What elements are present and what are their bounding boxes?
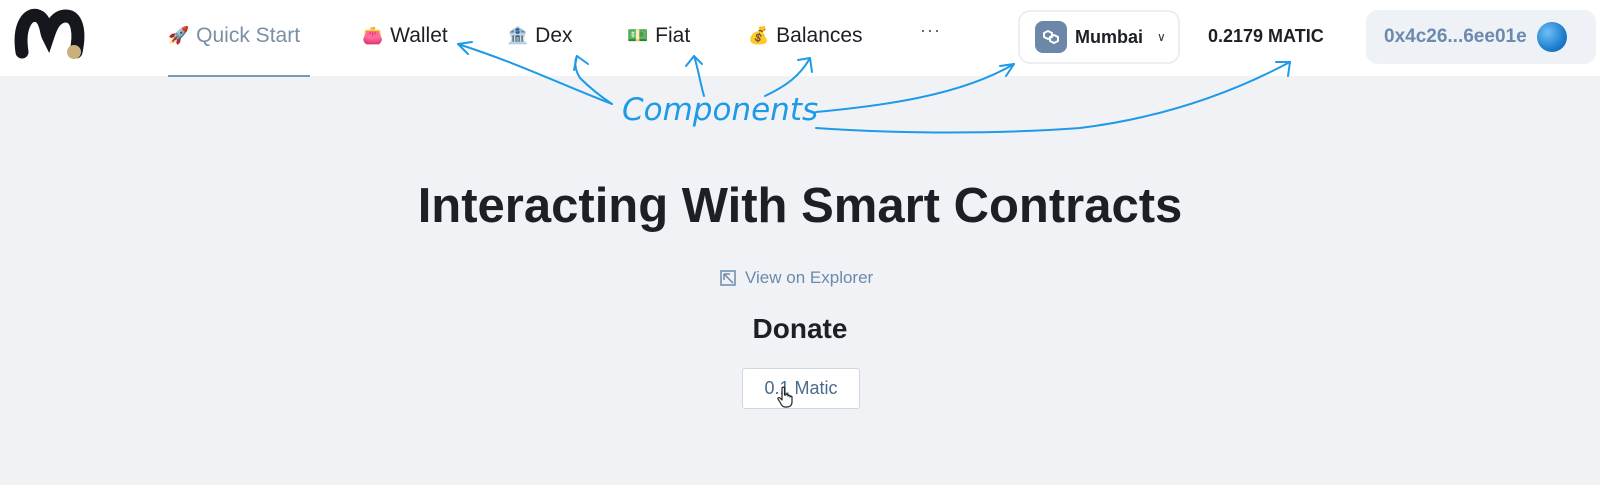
nav-fiat[interactable]: 💵 Fiat — [627, 20, 690, 52]
native-balance: 0.2179 MATIC — [1208, 26, 1324, 46]
nav-dex-label: Dex — [535, 24, 573, 47]
dollar-bill-icon: 💵 — [627, 26, 649, 45]
chain-selector[interactable]: Mumbai ∨ — [1018, 10, 1180, 64]
nav-fiat-label: Fiat — [655, 24, 691, 47]
nav-wallet-label: Wallet — [390, 24, 448, 47]
account-button[interactable]: 0x4c26...6ee01e — [1366, 10, 1596, 64]
avatar — [1536, 22, 1567, 52]
nav-balances-label: Balances — [776, 24, 863, 47]
header: 🚀 Quick Start 👛 Wallet 🏦 Dex 💵 Fiat 💰 Ba… — [0, 0, 1600, 77]
money-bag-icon: 💰 — [748, 26, 770, 45]
donate-button[interactable]: 0.1 Matic — [742, 368, 860, 409]
annotation-label: Components — [622, 92, 819, 128]
nav-quick-start[interactable]: 🚀 Quick Start — [168, 20, 300, 52]
section-title: Donate — [752, 313, 848, 344]
polygon-icon — [1035, 21, 1067, 53]
page-title: Interacting With Smart Contracts — [417, 179, 1183, 233]
nav-balances[interactable]: 💰 Balances — [748, 20, 863, 52]
moralis-logo[interactable] — [12, 6, 86, 66]
external-link-icon — [720, 270, 736, 286]
nav-dex[interactable]: 🏦 Dex — [507, 20, 573, 52]
view-on-explorer-label: View on Explorer — [745, 268, 874, 287]
wallet-address: 0x4c26...6ee01e — [1384, 26, 1527, 47]
more-menu-button[interactable]: ··· — [920, 20, 941, 41]
view-on-explorer-link[interactable]: View on Explorer — [719, 268, 873, 288]
bank-icon: 🏦 — [507, 26, 529, 45]
wallet-icon: 👛 — [362, 26, 384, 45]
chain-name: Mumbai — [1075, 26, 1144, 47]
active-tab-indicator — [168, 75, 310, 77]
nav-quick-start-label: Quick Start — [196, 24, 301, 47]
hand-cursor-icon — [777, 386, 793, 408]
rocket-icon: 🚀 — [168, 26, 190, 45]
nav-wallet[interactable]: 👛 Wallet — [362, 20, 448, 52]
chevron-down-icon: ∨ — [1157, 30, 1166, 44]
